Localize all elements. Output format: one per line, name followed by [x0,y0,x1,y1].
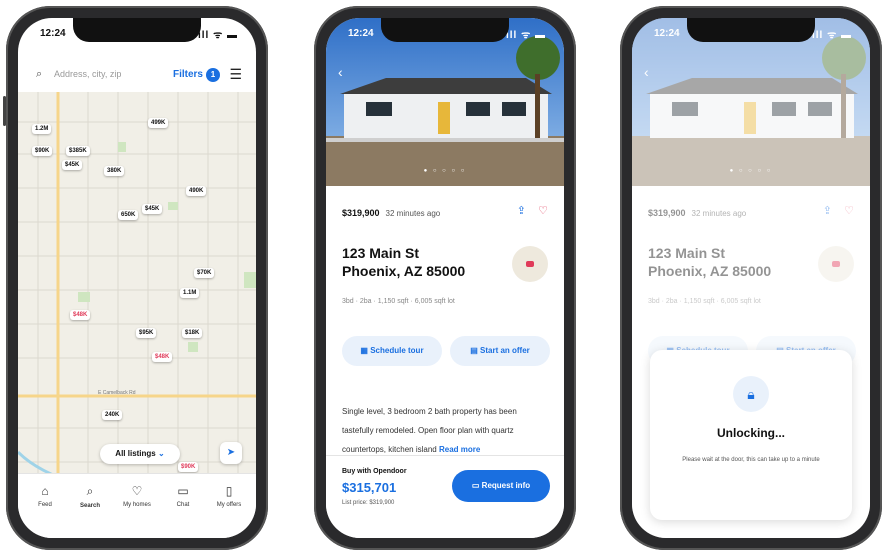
menu-icon[interactable]: ☰ [229,66,242,83]
tab-feed[interactable]: ⌂ Feed [24,484,66,508]
map-pin[interactable]: 380K [104,166,125,176]
map-pin-highlighted[interactable]: $90K [178,462,199,472]
buy-price: $315,701 [342,480,397,495]
listing-price: $319,900 [342,208,380,218]
heart-icon: ♡ [131,484,143,498]
schedule-tour-button[interactable]: ▦ Schedule tour [342,336,442,366]
map-pin-highlighted[interactable]: $48K [152,352,173,362]
start-offer-button[interactable]: ▤ Start an offer [450,336,550,366]
tab-bar: ⌂ Feed ⌕ Search ♡ My homes ▭ Chat ▯ My offers [18,473,256,538]
chevron-down-icon: ⌄ [157,449,165,458]
search-input[interactable]: Address, city, zip [54,69,121,79]
unlocking-subtitle: Please wait at the door, this can take u… [682,457,820,463]
all-listings-button[interactable]: All listings ⌄ [100,444,180,464]
map-screen: 12:24 ıll ᯤ ▬ ⌕ Address, city, zip Filte… [18,18,256,538]
tab-my-homes[interactable]: ♡ My homes [116,484,158,508]
status-time: 12:24 [40,28,66,39]
all-listings-label: All listings [115,449,156,458]
map-pin[interactable]: $70K [194,268,215,278]
map-pin[interactable]: 240K [102,410,123,420]
phone-listing-detail: 12:24 ıll ᯤ ▬ ‹ ● ○ ○ ○ ○ $319,900 32 min… [314,6,576,550]
phone-unlocking: 12:24 ıll ᯤ ▬ ‹ ● ○ ○ ○ ○ $319,90032 min… [620,6,882,550]
listing-photo[interactable] [326,18,564,186]
listing-description: Single level, 3 bedroom 2 bath property … [342,402,548,459]
unlocking-title: Unlocking... [716,426,785,440]
start-offer-label: Start an offer [480,346,530,355]
map-pin[interactable]: $45K [142,204,163,214]
notch [73,18,201,42]
tab-label: My offers [216,502,242,508]
schedule-tour-label: Schedule tour [370,346,424,355]
phone-map-search: 12:24 ıll ᯤ ▬ ⌕ Address, city, zip Filte… [3,6,268,550]
filters-count-badge: 1 [206,68,220,82]
map-pin[interactable]: $95K [136,328,157,338]
map-pin[interactable]: 1.2M [32,124,52,134]
tab-label: Search [79,503,100,509]
search-icon: ⌕ [86,484,94,498]
home-icon: ⌂ [41,484,49,498]
search-bar[interactable]: ⌕ Address, city, zip Filters 1 ☰ [18,58,256,92]
back-icon[interactable]: ‹ [338,64,343,80]
photo-pagination: ● ○ ○ ○ ○ [423,168,467,174]
search-icon: ⌕ [36,68,43,80]
heart-icon[interactable]: ♡ [538,204,548,217]
map-pin[interactable]: 499K [148,118,169,128]
tab-label: Chat [176,502,190,508]
request-info-label: Request info [481,481,531,490]
tab-chat[interactable]: ▭ Chat [162,484,204,508]
map-streets [18,92,256,498]
status-icons: ıll ᯤ ▬ [197,30,238,41]
address-line1: 123 Main St [342,245,420,261]
notch [381,18,509,42]
description-text: Single level, 3 bedroom 2 bath property … [342,407,517,454]
map-pin[interactable]: 650K [118,210,139,220]
status-time: 12:24 [348,28,374,39]
house-image [326,18,564,186]
map-pin-highlighted[interactable]: $48K [70,310,91,320]
read-more-link[interactable]: Read more [439,445,480,454]
buy-label: Buy with Opendoor [342,468,407,475]
lock-icon: 🔒︎ [733,376,769,412]
status-icons: ıll ᯤ ▬ [505,30,546,41]
tab-search[interactable]: ⌕ Search [69,484,111,509]
buy-bar: Buy with Opendoor $315,701 List price: $… [326,455,564,538]
listing-time-ago: 32 minutes ago [385,209,441,218]
map-pin[interactable]: $385K [66,146,90,156]
map-pin[interactable]: $45K [62,160,83,170]
status-time: 12:24 [654,28,680,39]
unlocking-sheet: 🔒︎ Unlocking... Please wait at the door,… [650,350,852,520]
unlocking-screen: 12:24 ıll ᯤ ▬ ‹ ● ○ ○ ○ ○ $319,90032 min… [632,18,870,538]
address-line2: Phoenix, AZ 85000 [342,263,466,279]
map-pin[interactable]: 490K [186,186,207,196]
map-pin[interactable]: $18K [182,328,203,338]
listing-facts: 3bd · 2ba · 1,150 sqft · 6,005 sqft lot [342,298,455,305]
listing-screen: 12:24 ıll ᯤ ▬ ‹ ● ○ ○ ○ ○ $319,900 32 min… [326,18,564,538]
document-icon: ▯ [225,484,233,498]
street-label: E Camelback Rd [98,390,136,396]
status-icons: ıll ᯤ ▬ [811,30,852,41]
tab-label: My homes [123,502,151,508]
tab-label: Feed [38,502,52,508]
filters-label: Filters [172,69,203,80]
tab-my-offers[interactable]: ▯ My offers [208,484,250,508]
document-icon: ▤ [470,346,478,355]
chat-icon: ▭ [471,481,480,490]
map-view[interactable]: 1.2M 499K $90K $385K $45K 380K 490K $45K… [18,92,256,498]
mini-map[interactable] [512,246,548,282]
listing-price-row: $319,900 32 minutes ago [342,208,440,218]
map-pin[interactable]: 1.1M [180,288,200,298]
notch [687,18,815,42]
listing-address: 123 Main St Phoenix, AZ 85000 [342,244,465,280]
map-pin[interactable]: $90K [32,146,53,156]
locate-icon[interactable]: ➤ [220,442,242,464]
share-icon[interactable]: ⇪ [517,204,526,217]
chat-icon: ▭ [177,484,189,498]
filters-button[interactable]: Filters 1 [173,68,220,82]
volume-button [3,96,6,126]
request-info-button[interactable]: ▭ Request info [452,470,550,502]
calendar-icon: ▦ [360,346,368,355]
list-price: List price: $319,900 [342,500,395,506]
